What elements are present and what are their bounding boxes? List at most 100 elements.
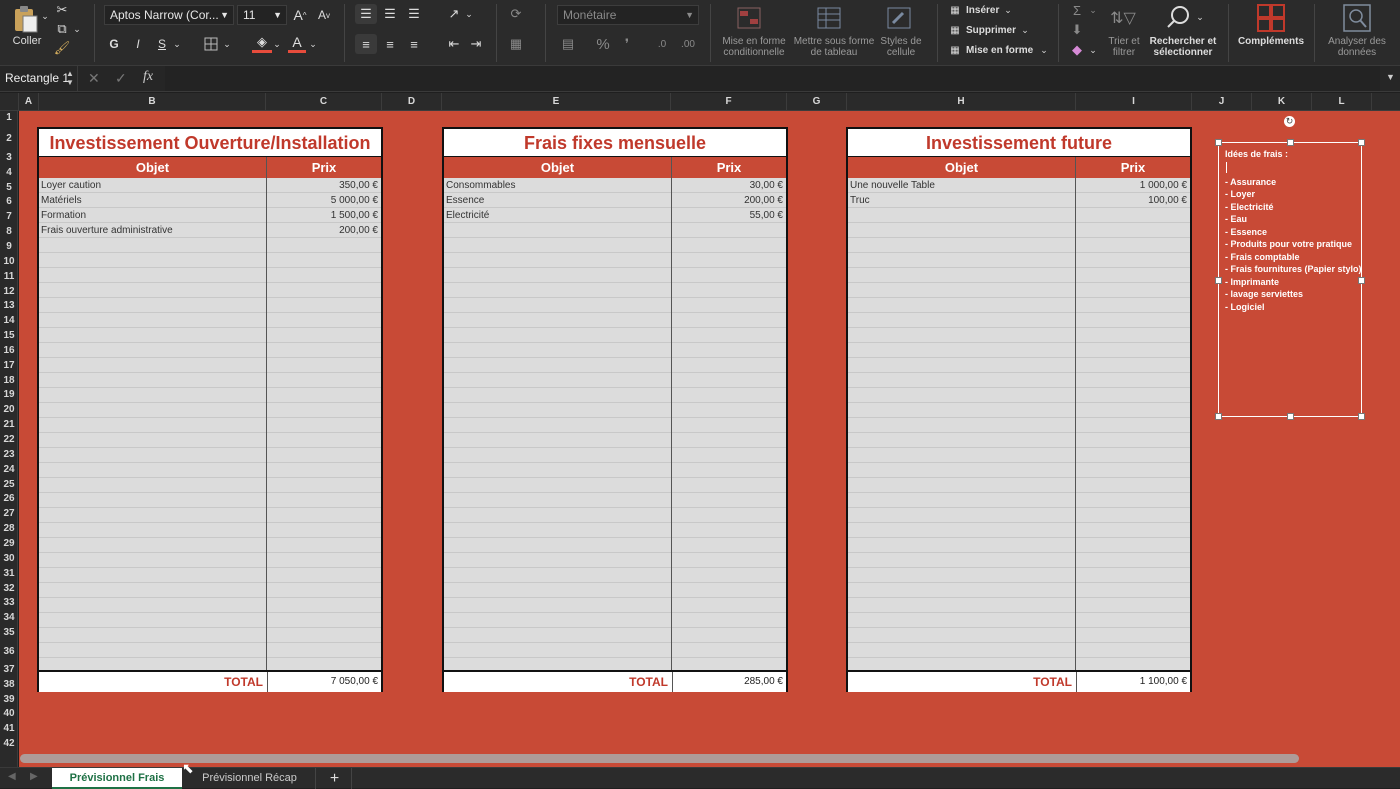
column-header[interactable]: E [442,93,671,111]
total-value[interactable]: 7 050,00 € [267,672,381,692]
text-rectangle-shape[interactable]: Idées de frais : - Assurance - Loyer - E… [1215,139,1365,420]
row-header[interactable]: 23 [0,448,18,463]
row-header[interactable]: 11 [0,270,18,285]
sort-filter-label[interactable]: Trier et filtrer [1104,36,1144,58]
row-header[interactable]: 33 [0,596,18,611]
addins-icon[interactable] [1256,3,1286,33]
percent-button[interactable]: % [594,34,612,54]
table-body[interactable] [39,178,381,670]
conditional-formatting-label[interactable]: Mise en forme conditionnelle [716,36,792,58]
column-header-prix[interactable]: Prix [267,157,381,178]
row-header[interactable]: 3 [0,151,18,166]
row-header[interactable]: 26 [0,492,18,507]
increase-indent-icon[interactable]: ⇥ [466,34,486,54]
column-header-prix[interactable]: Prix [672,157,786,178]
add-sheet-button[interactable]: + [318,768,352,789]
merge-cells-icon[interactable]: ▦ [506,34,526,54]
cell-styles-label[interactable]: Styles de cellule [872,36,930,58]
row-header[interactable]: 15 [0,329,18,344]
total-label[interactable]: TOTAL [444,672,671,692]
analyze-data-icon[interactable] [1342,3,1372,33]
resize-handle[interactable] [1215,277,1222,284]
analyze-data-label[interactable]: Analyser des données [1322,36,1392,58]
cell-styles-icon[interactable] [885,4,913,32]
table-body[interactable] [444,178,786,670]
thousands-separator-icon[interactable]: ❜ [618,34,636,54]
bold-button[interactable]: G [106,35,122,53]
cut-icon[interactable]: ✂ [54,2,70,18]
row-header[interactable]: 27 [0,507,18,522]
row-header[interactable]: 41 [0,722,18,737]
find-select-label[interactable]: Rechercher et sélectionner [1146,36,1220,58]
column-header[interactable]: L [1312,93,1372,111]
format-as-table-icon[interactable] [815,4,843,32]
cancel-icon[interactable]: ✕ [88,70,100,87]
fill-icon[interactable]: ⬇ [1068,22,1086,38]
item-cell[interactable]: Essence [446,193,668,208]
price-cell[interactable]: 30,00 € [672,178,786,193]
align-center-icon[interactable]: ≡ [380,34,400,54]
table-title[interactable]: Frais fixes mensuelle [444,129,786,157]
item-cell[interactable]: Truc [850,193,1072,208]
orientation-dropdown-icon[interactable]: ⌄ [464,6,474,22]
insert-function-button[interactable]: fx [143,69,153,85]
confirm-icon[interactable]: ✓ [115,70,127,87]
row-header[interactable]: 32 [0,582,18,597]
next-sheet-icon[interactable]: ▶ [30,771,38,782]
align-left-icon[interactable]: ≡ [355,34,377,54]
copy-dropdown-icon[interactable]: ⌄ [72,22,82,36]
item-cell[interactable]: Consommables [446,178,668,193]
column-header-prix[interactable]: Prix [1076,157,1190,178]
row-header[interactable]: 2 [0,126,18,151]
rotate-handle-icon[interactable]: ↻ [1284,116,1295,127]
underline-button[interactable]: S [154,35,170,53]
conditional-formatting-icon[interactable] [735,4,763,32]
column-header[interactable]: K [1252,93,1312,111]
row-header[interactable]: 9 [0,240,18,255]
table-body[interactable] [848,178,1190,670]
align-bottom-icon[interactable]: ☰ [404,4,424,24]
item-cell[interactable]: Electricité [446,208,668,223]
resize-handle[interactable] [1215,139,1222,146]
decrease-indent-icon[interactable]: ⇤ [444,34,464,54]
column-header-objet[interactable]: Objet [848,157,1075,178]
align-top-icon[interactable]: ☰ [355,4,377,24]
wrap-text-icon[interactable]: ⟳ [506,4,526,24]
table-title[interactable]: Investissement future [848,129,1190,157]
paste-button-label[interactable]: Coller [8,36,46,47]
find-dropdown-icon[interactable]: ⌄ [1195,10,1205,24]
row-header[interactable]: 8 [0,225,18,240]
formula-input[interactable] [165,66,1380,91]
resize-handle[interactable] [1287,413,1294,420]
row-header[interactable]: 16 [0,344,18,359]
total-label[interactable]: TOTAL [848,672,1075,692]
row-header[interactable]: 35 [0,626,18,641]
borders-icon[interactable] [202,35,220,53]
autosum-dropdown-icon[interactable]: ⌄ [1088,3,1098,17]
sort-filter-icon[interactable]: ⇅▽ [1104,4,1142,32]
fill-color-dropdown-icon[interactable]: ⌄ [272,36,282,52]
autosum-icon[interactable]: Σ [1068,2,1086,18]
delete-button-label[interactable]: Supprimer [966,25,1018,36]
price-cell[interactable]: 100,00 € [1076,193,1190,208]
total-label[interactable]: TOTAL [39,672,266,692]
number-format-select[interactable]: Monétaire ▼ [557,5,699,25]
copy-icon[interactable]: ⧉ [54,21,70,37]
row-header[interactable]: 31 [0,567,18,582]
row-header[interactable]: 21 [0,418,18,433]
delete-dropdown-icon[interactable]: ⌄ [1020,23,1030,37]
row-header[interactable]: 29 [0,537,18,552]
format-cells-button-label[interactable]: Mise en forme [966,45,1040,56]
column-header[interactable]: F [671,93,787,111]
column-header[interactable]: H [847,93,1076,111]
horizontal-scrollbar[interactable] [20,754,1299,763]
price-cell[interactable]: 200,00 € [267,223,381,238]
row-header[interactable]: 5 [0,181,18,196]
paste-dropdown-icon[interactable]: ⌄ [40,10,50,22]
row-header[interactable]: 36 [0,641,18,663]
italic-button[interactable]: I [130,35,146,53]
format-painter-icon[interactable]: 🖌 [54,40,71,56]
paste-icon[interactable] [10,4,40,34]
resize-handle[interactable] [1358,139,1365,146]
shrink-font-icon[interactable]: Av [314,5,334,25]
